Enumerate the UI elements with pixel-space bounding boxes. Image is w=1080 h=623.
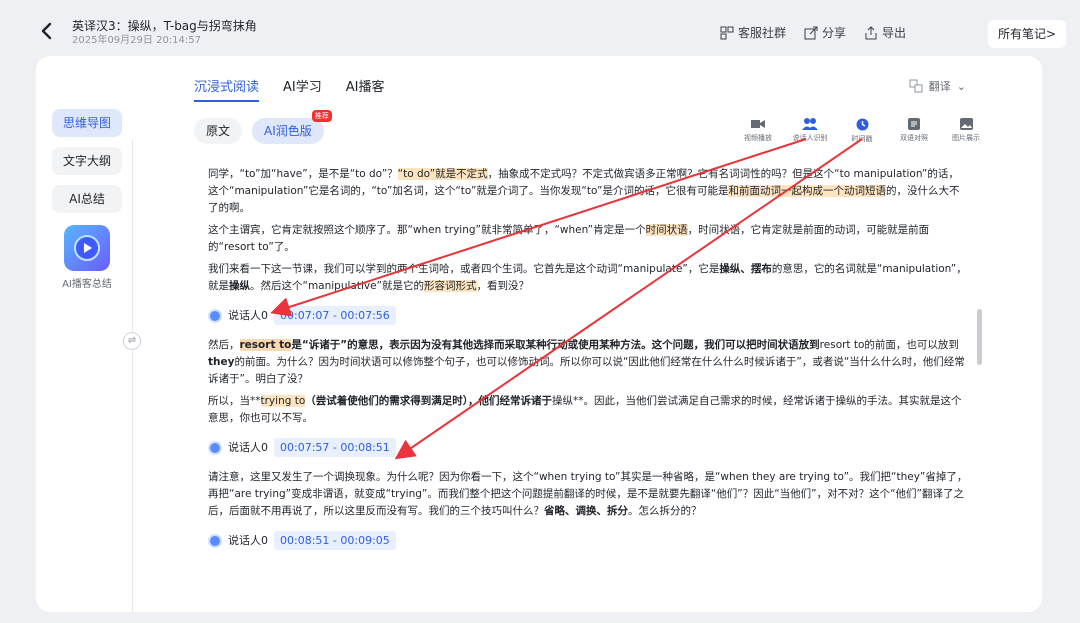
tool-speaker-recognition[interactable]: 说话人识别 <box>788 118 832 144</box>
nav-mind-map[interactable]: 思维导图 <box>52 109 122 137</box>
collapse-toggle-icon[interactable]: ⇌ <box>123 332 141 350</box>
highlight-span: 形容词形式 <box>424 280 477 292</box>
speakers-icon <box>802 118 818 130</box>
tool-video-play[interactable]: 视频播放 <box>736 118 780 144</box>
speaker-name: 说话人0 <box>228 309 268 322</box>
text-span: 同学，“to”加“have”，是不是“to do”？ <box>208 168 398 180</box>
speaker-name: 说话人0 <box>228 441 268 454</box>
speaker-row: 说话人0 00:07:07 - 00:07:56 <box>208 306 968 325</box>
mode-switch: 原文 AI润色版 推荐 <box>194 110 332 144</box>
text-span: 的前面。为什么？因为时间状语可以修饰整个句子，也可以修饰动词。所以你可以说“因此… <box>208 356 965 385</box>
back-arrow-icon[interactable] <box>38 22 56 40</box>
tool-image-display[interactable]: 图片展示 <box>944 118 988 144</box>
mode-ai-polished-label: AI润色版 <box>264 124 312 138</box>
tab-immersive-reading[interactable]: 沉浸式阅读 <box>194 76 260 102</box>
tab-ai-podcast[interactable]: AI播客 <box>346 76 385 102</box>
tool-video-play-label: 视频播放 <box>744 134 772 142</box>
paragraph-4: 然后，resort to是“诉诸于”的意思，表示因为没有其他选择而采取某种行动或… <box>208 337 968 388</box>
text-span: ，看到没？ <box>476 280 530 292</box>
grid-icon <box>720 26 734 39</box>
export-button[interactable]: 导出 <box>864 24 906 41</box>
speaker-timestamp[interactable]: 00:07:07 - 00:07:56 <box>274 306 396 325</box>
tool-bilingual-label: 双语对照 <box>900 134 928 142</box>
divider <box>132 140 133 612</box>
speaker-timestamp[interactable]: 00:07:57 - 00:08:51 <box>274 438 396 457</box>
translate-label: 翻译 <box>928 80 951 93</box>
play-icon <box>74 235 100 261</box>
translate-icon <box>909 79 923 93</box>
highlight-span: trying to <box>260 395 306 407</box>
left-nav: 思维导图 文字大纲 AI总结 AI播客总结 <box>50 109 124 290</box>
all-notes-button[interactable]: 所有笔记> <box>987 20 1066 48</box>
text-span: resort to的前面，也可以放到 <box>819 339 959 351</box>
paragraph-1: 同学，“to”加“have”，是不是“to do”？“to do”就是不定式，抽… <box>208 166 968 217</box>
text-span: 这个主谓宾，它肯定就按照这个顺序了。那“when trying”就非常简单了，“… <box>208 224 646 236</box>
speaker-avatar-icon <box>208 308 222 323</box>
bold-span: 操纵、摆布 <box>719 263 772 275</box>
tool-timestamp-label: 时间戳 <box>851 135 873 143</box>
text-span: 。怎么拆分的？ <box>628 505 702 517</box>
top-bar: 英译汉3：操纵，T-bag与拐弯抹角 2025年09月29日 20:14:57 … <box>0 0 1080 52</box>
ai-podcast-label: AI播客总结 <box>62 279 112 290</box>
customer-community-button[interactable]: 客服社群 <box>720 24 786 41</box>
highlight-span: “to do”就是不定式 <box>397 168 488 180</box>
speaker-avatar-icon <box>208 533 222 548</box>
bilingual-icon <box>908 118 920 130</box>
tab-ai-learning[interactable]: AI学习 <box>283 76 322 102</box>
speaker-avatar-icon <box>208 440 222 455</box>
toolbar: 视频播放 说话人识别 时间戳 双语对照 图片展示 <box>736 118 988 144</box>
bold-span: 是“诉诸于”的意思，表示因为没有其他选择而采取某种行动或使用某种方法。这个问题，… <box>291 339 820 351</box>
tool-image-display-label: 图片展示 <box>952 134 980 142</box>
video-icon <box>751 120 765 128</box>
highlight-span: resort to <box>239 339 292 351</box>
document-title: 英译汉3：操纵，T-bag与拐弯抹角 <box>72 19 257 33</box>
document-date: 2025年09月29日 20:14:57 <box>72 35 201 46</box>
speaker-row: 说话人0 00:08:51 - 00:09:05 <box>208 531 968 550</box>
nav-text-outline[interactable]: 文字大纲 <box>52 147 122 175</box>
scrollbar-thumb[interactable] <box>977 309 982 365</box>
speaker-name: 说话人0 <box>228 534 268 547</box>
highlight-span: 时间状语 <box>645 224 688 236</box>
text-span: 。然后这个“manipulative”就是它的 <box>250 280 424 292</box>
recommend-badge: 推荐 <box>311 110 332 122</box>
tool-timestamp[interactable]: 时间戳 <box>840 118 884 144</box>
ai-podcast-tile[interactable] <box>64 225 110 271</box>
bold-span: they <box>208 356 235 368</box>
text-span: 我们来看一下这一节课，我们可以学到的两个生词哈，或者四个生词。它首先是这个动词“… <box>208 263 720 275</box>
text-span: 然后， <box>208 339 240 351</box>
tool-bilingual[interactable]: 双语对照 <box>892 118 936 144</box>
chevron-down-icon: ⌄ <box>956 79 966 93</box>
bold-span: 操纵 <box>229 280 250 292</box>
paragraph-3: 我们来看一下这一节课，我们可以学到的两个生词哈，或者四个生词。它首先是这个动词“… <box>208 261 968 295</box>
speaker-timestamp[interactable]: 00:08:51 - 00:09:05 <box>274 531 396 550</box>
clock-icon <box>856 118 868 131</box>
export-label: 导出 <box>882 26 907 40</box>
top-actions: 客服社群 分享 导出 <box>720 24 906 41</box>
share-button[interactable]: 分享 <box>804 24 846 41</box>
translate-dropdown[interactable]: 翻译 ⌄ <box>909 78 966 94</box>
bold-span: （尝试着使他们的需求得到满足时），他们经常诉诸于 <box>305 395 553 407</box>
customer-community-label: 客服社群 <box>738 26 787 40</box>
tab-bar: 沉浸式阅读 AI学习 AI播客 <box>194 76 384 102</box>
text-span: 所以，当** <box>208 395 261 407</box>
paragraph-2: 这个主谓宾，它肯定就按照这个顺序了。那“when trying”就非常简单了，“… <box>208 222 968 256</box>
speaker-row: 说话人0 00:07:57 - 00:08:51 <box>208 438 968 457</box>
main-card: 思维导图 文字大纲 AI总结 AI播客总结 ⇌ 沉浸式阅读 AI学习 AI播客 … <box>36 56 1042 612</box>
paragraph-5: 所以，当**trying to（尝试着使他们的需求得到满足时），他们经常诉诸于操… <box>208 393 968 427</box>
image-icon <box>959 118 973 130</box>
share-icon <box>804 26 818 39</box>
bold-span: 省略、调换、拆分 <box>544 505 628 517</box>
tool-speaker-recognition-label: 说话人识别 <box>792 134 828 142</box>
highlight-span: 和前面动词一起构成一个动词短语 <box>728 185 886 197</box>
share-label: 分享 <box>822 26 847 40</box>
mode-original[interactable]: 原文 <box>194 118 243 144</box>
mode-ai-polished[interactable]: AI润色版 推荐 <box>252 110 332 144</box>
export-icon <box>865 25 877 39</box>
title-block: 英译汉3：操纵，T-bag与拐弯抹角 2025年09月29日 20:14:57 <box>72 18 257 48</box>
transcript-content: 同学，“to”加“have”，是不是“to do”？“to do”就是不定式，抽… <box>208 166 968 562</box>
paragraph-6: 请注意，这里又发生了一个调换现象。为什么呢？因为你看一下，这个“when try… <box>208 469 968 520</box>
nav-ai-summary[interactable]: AI总结 <box>52 185 122 213</box>
